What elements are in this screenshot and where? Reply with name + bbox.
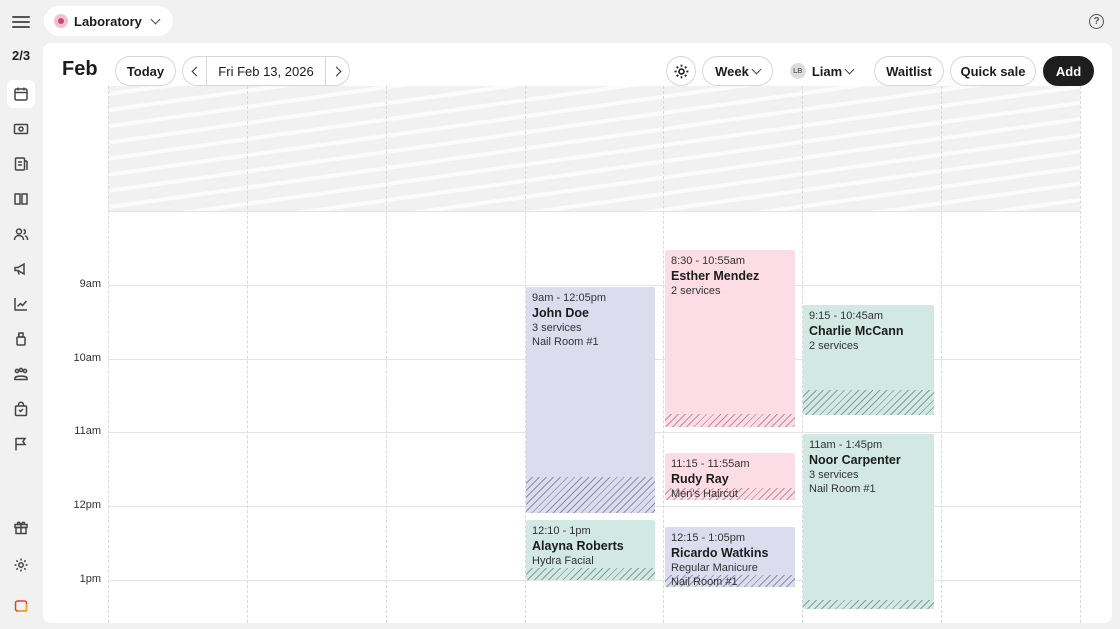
date-navigator: Fri Feb 13, 2026 (182, 56, 350, 86)
client-name: Esther Mendez (671, 269, 760, 283)
view-label: Week (715, 63, 749, 79)
flag-icon[interactable] (7, 430, 35, 458)
appointment-detail: 3 services (809, 469, 859, 481)
location-selector[interactable]: Laboratory (44, 6, 173, 36)
appointment-time: 12:15 - 1:05pm (671, 532, 745, 544)
appointment-time: 9am - 12:05pm (532, 292, 606, 304)
appointment-time: 8:30 - 10:55am (671, 255, 745, 267)
brand-logo-icon[interactable] (7, 592, 35, 620)
waitlist-button[interactable]: Waitlist (874, 56, 944, 86)
megaphone-icon[interactable] (7, 255, 35, 283)
hour-line (108, 285, 1080, 286)
chevron-down-icon (751, 64, 762, 74)
appointment-card[interactable]: 9am - 12:05pm John Doe 3 services Nail R… (526, 287, 655, 513)
client-name: Noor Carpenter (809, 453, 901, 467)
appointment-detail: Regular Manicure (671, 562, 758, 574)
appointment-detail: 3 services (532, 322, 582, 334)
calendar-grid: 9am 10am 11am 12pm 1pm 9am - 12:05pm Joh… (43, 43, 1112, 623)
cash-icon[interactable] (7, 115, 35, 143)
hour-label: 10am (73, 352, 101, 364)
menu-icon[interactable] (12, 13, 30, 29)
hour-line (108, 580, 1080, 581)
users-icon[interactable] (7, 220, 35, 248)
product-icon[interactable] (7, 325, 35, 353)
chart-icon[interactable] (7, 290, 35, 318)
hour-line (108, 211, 1080, 212)
hour-label: 12pm (73, 499, 101, 511)
client-name: John Doe (532, 306, 589, 320)
add-button[interactable]: Add (1043, 56, 1094, 86)
settings-icon[interactable] (7, 551, 35, 579)
appointment-card[interactable]: 12:10 - 1pm Alayna Roberts Hydra Facial (526, 520, 655, 580)
appointment-card[interactable]: 8:30 - 10:55am Esther Mendez 2 services (665, 250, 795, 427)
hour-label: 1pm (79, 573, 101, 585)
client-name: Charlie McCann (809, 324, 904, 338)
location-icon (54, 14, 68, 28)
processing-time-hatch (665, 414, 795, 427)
today-button[interactable]: Today (115, 56, 176, 86)
processing-time-hatch (803, 390, 934, 415)
appointment-time: 11am - 1:45pm (809, 439, 883, 451)
appointment-time: 11:15 - 11:55am (671, 458, 750, 470)
appointment-card[interactable]: 11:15 - 11:55am Rudy Ray Men's Haircut (665, 453, 795, 500)
previous-date-button[interactable] (183, 57, 206, 85)
help-icon[interactable]: ? (1089, 14, 1104, 29)
shopping-bag-icon[interactable] (7, 395, 35, 423)
chevron-down-icon (844, 64, 855, 74)
book-icon[interactable] (7, 185, 35, 213)
month-title: Feb (62, 58, 98, 80)
appointment-time: 12:10 - 1pm (532, 525, 591, 537)
staff-name: Liam (811, 63, 843, 79)
location-name: Laboratory (74, 13, 142, 29)
hour-label: 11am (74, 425, 101, 437)
current-date[interactable]: Fri Feb 13, 2026 (206, 57, 326, 85)
appointment-detail: Nail Room #1 (671, 576, 738, 587)
day-divider (108, 86, 109, 623)
day-divider (663, 86, 664, 623)
calendar-icon[interactable] (7, 80, 35, 108)
appointment-card[interactable]: 12:15 - 1:05pm Ricardo Watkins Regular M… (665, 527, 795, 587)
appointment-detail: Nail Room #1 (809, 483, 876, 495)
appointment-card[interactable]: 11am - 1:45pm Noor Carpenter 3 services … (803, 434, 934, 609)
day-divider (941, 86, 942, 623)
gear-icon (674, 64, 688, 78)
client-name: Rudy Ray (671, 472, 729, 486)
processing-time-hatch (526, 477, 655, 513)
appointment-detail: Nail Room #1 (532, 336, 599, 348)
staff-select[interactable]: LB Liam (782, 56, 861, 86)
day-divider (1080, 86, 1081, 623)
chevron-down-icon (150, 14, 161, 24)
appointment-detail: Hydra Facial (532, 555, 594, 567)
appointment-detail: 2 services (671, 285, 721, 297)
calendar-settings-button[interactable] (666, 56, 696, 86)
unavailable-hours-area (108, 86, 1080, 211)
day-divider (386, 86, 387, 623)
appointment-card[interactable]: 9:15 - 10:45am Charlie McCann 2 services (803, 305, 934, 415)
appointment-detail: Men's Haircut (671, 488, 738, 500)
gift-icon[interactable] (7, 513, 35, 541)
invoice-icon[interactable] (7, 150, 35, 178)
team-icon[interactable] (7, 360, 35, 388)
appointment-detail: 2 services (809, 340, 859, 352)
processing-time-hatch (803, 600, 934, 609)
appointment-time: 9:15 - 10:45am (809, 310, 883, 322)
setup-progress[interactable]: 2/3 (12, 48, 30, 63)
calendar-panel: 9am 10am 11am 12pm 1pm 9am - 12:05pm Joh… (43, 43, 1112, 623)
client-name: Ricardo Watkins (671, 546, 769, 560)
staff-avatar: LB (789, 63, 806, 79)
next-date-button[interactable] (326, 57, 349, 85)
view-select[interactable]: Week (702, 56, 773, 86)
quick-sale-button[interactable]: Quick sale (950, 56, 1036, 86)
processing-time-hatch (526, 568, 655, 580)
chevron-right-icon (331, 66, 341, 76)
day-divider (247, 86, 248, 623)
chevron-left-icon (191, 66, 201, 76)
client-name: Alayna Roberts (532, 539, 624, 553)
hour-label: 9am (79, 278, 101, 290)
